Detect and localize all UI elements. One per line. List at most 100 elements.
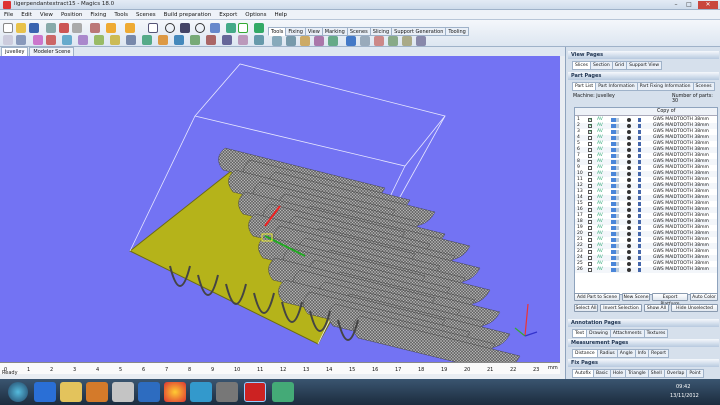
visibility-icon[interactable] [627, 202, 631, 206]
ribbon-tool-icon-7[interactable] [360, 36, 370, 46]
row-checkbox[interactable] [588, 148, 592, 152]
translate-icon[interactable] [78, 35, 88, 45]
clock-time[interactable]: 09:42 [676, 384, 690, 390]
visibility-icon[interactable] [627, 190, 631, 194]
tab-scenes[interactable]: Scenes [692, 82, 715, 91]
zoom-icon[interactable] [195, 23, 205, 33]
visibility-icon[interactable] [627, 184, 631, 188]
tab-part-list[interactable]: Part List [572, 82, 597, 91]
box-icon[interactable] [254, 35, 264, 45]
app-icon-7[interactable] [190, 382, 212, 402]
visibility-icon[interactable] [627, 130, 631, 134]
export-platform-button[interactable]: Export Platform [652, 293, 688, 307]
visibility-icon[interactable] [627, 178, 631, 182]
wireframe-icon[interactable] [206, 35, 216, 45]
menu-help[interactable]: Help [270, 10, 291, 20]
move-icon[interactable] [16, 35, 26, 45]
tab-fixing[interactable]: Fixing [285, 27, 306, 36]
tab-textures[interactable]: Textures [643, 329, 669, 338]
row-checkbox[interactable] [588, 123, 593, 129]
ribbon-tool-icon-11[interactable] [416, 36, 426, 46]
redo-icon[interactable] [125, 23, 135, 33]
dropdown-icon[interactable] [616, 154, 619, 158]
visibility-icon[interactable] [627, 214, 631, 218]
new-scene-button[interactable]: New Scene [622, 293, 650, 301]
internet-explorer-icon[interactable] [34, 382, 56, 402]
row-checkbox[interactable] [588, 208, 592, 212]
row-checkbox[interactable] [588, 250, 592, 254]
row-checkbox[interactable] [588, 268, 592, 272]
row-checkbox[interactable] [588, 190, 592, 194]
tab-triangle[interactable]: Triangle [625, 369, 649, 378]
scene-canvas[interactable] [0, 56, 560, 362]
tab-info[interactable]: Info [634, 349, 650, 358]
dropdown-icon[interactable] [616, 250, 619, 254]
invert-selection-button[interactable]: Invert Selection [600, 304, 642, 312]
tab-slicing[interactable]: Slicing [369, 27, 393, 36]
menu-fixing[interactable]: Fixing [86, 10, 110, 20]
row-checkbox[interactable] [588, 214, 592, 218]
visibility-icon[interactable] [627, 160, 631, 164]
minimize-button[interactable]: – [670, 1, 682, 9]
visibility-icon[interactable] [627, 196, 631, 200]
save-icon[interactable] [29, 23, 39, 33]
menu-scenes[interactable]: Scenes [132, 10, 160, 20]
dropdown-icon[interactable] [616, 226, 619, 230]
section-icon[interactable] [222, 35, 232, 45]
dropdown-icon[interactable] [616, 124, 619, 128]
app-icon-8[interactable] [216, 382, 238, 402]
tab-support-view[interactable]: Support View [626, 61, 663, 70]
cut-icon[interactable] [59, 23, 69, 33]
start-button-icon[interactable] [8, 382, 28, 402]
column-header-copy-of[interactable]: Copy of [657, 109, 675, 114]
cube-icon[interactable] [174, 35, 184, 45]
row-checkbox[interactable] [588, 166, 592, 170]
tab-hole[interactable]: Hole [609, 369, 627, 378]
row-checkbox[interactable] [588, 232, 592, 236]
part-pages-header[interactable]: Part Pages [568, 72, 719, 80]
dropdown-icon[interactable] [616, 142, 619, 146]
dropdown-icon[interactable] [616, 184, 619, 188]
triangles-icon[interactable] [238, 35, 248, 45]
dropdown-icon[interactable] [616, 172, 619, 176]
row-checkbox[interactable] [588, 142, 592, 146]
row-checkbox[interactable] [588, 117, 593, 123]
menu-export[interactable]: Export [215, 10, 241, 20]
row-checkbox[interactable] [588, 160, 592, 164]
dropdown-icon[interactable] [616, 196, 619, 200]
tab-drawing[interactable]: Drawing [586, 329, 611, 338]
visibility-icon[interactable] [627, 142, 631, 146]
row-checkbox[interactable] [588, 202, 592, 206]
visibility-icon[interactable] [627, 220, 631, 224]
dropdown-icon[interactable] [616, 118, 619, 122]
ribbon-tool-icon-4[interactable] [314, 36, 324, 46]
tab-shell[interactable]: Shell [647, 369, 665, 378]
pointer-icon[interactable] [148, 23, 158, 33]
import-icon[interactable] [46, 23, 56, 33]
menu-position[interactable]: Position [57, 10, 86, 20]
menu-edit[interactable]: Edit [17, 10, 36, 20]
row-checkbox[interactable] [588, 220, 592, 224]
view-icon[interactable] [254, 23, 264, 33]
undo-icon[interactable] [106, 23, 116, 33]
row-checkbox[interactable] [588, 184, 592, 188]
dropdown-icon[interactable] [616, 136, 619, 140]
tab-marking[interactable]: Marking [321, 27, 348, 36]
visibility-icon[interactable] [627, 262, 631, 266]
measure-icon[interactable] [158, 35, 168, 45]
tab-attachments[interactable]: Attachments [609, 329, 645, 338]
duplicate-icon[interactable] [46, 35, 56, 45]
tab-tools[interactable]: Tools [268, 27, 287, 36]
tab-report[interactable]: Report [648, 349, 670, 358]
app-icon-5[interactable] [138, 382, 160, 402]
dropdown-icon[interactable] [616, 130, 619, 134]
row-checkbox[interactable] [588, 172, 592, 176]
menu-tools[interactable]: Tools [110, 10, 132, 20]
dropdown-icon[interactable] [616, 160, 619, 164]
visibility-icon[interactable] [627, 238, 631, 242]
row-checkbox[interactable] [588, 136, 592, 140]
rotate-part-icon[interactable] [94, 35, 104, 45]
mirror-icon[interactable] [33, 35, 43, 45]
ribbon-tool-icon-5[interactable] [328, 36, 338, 46]
media-player-icon[interactable] [86, 382, 108, 402]
